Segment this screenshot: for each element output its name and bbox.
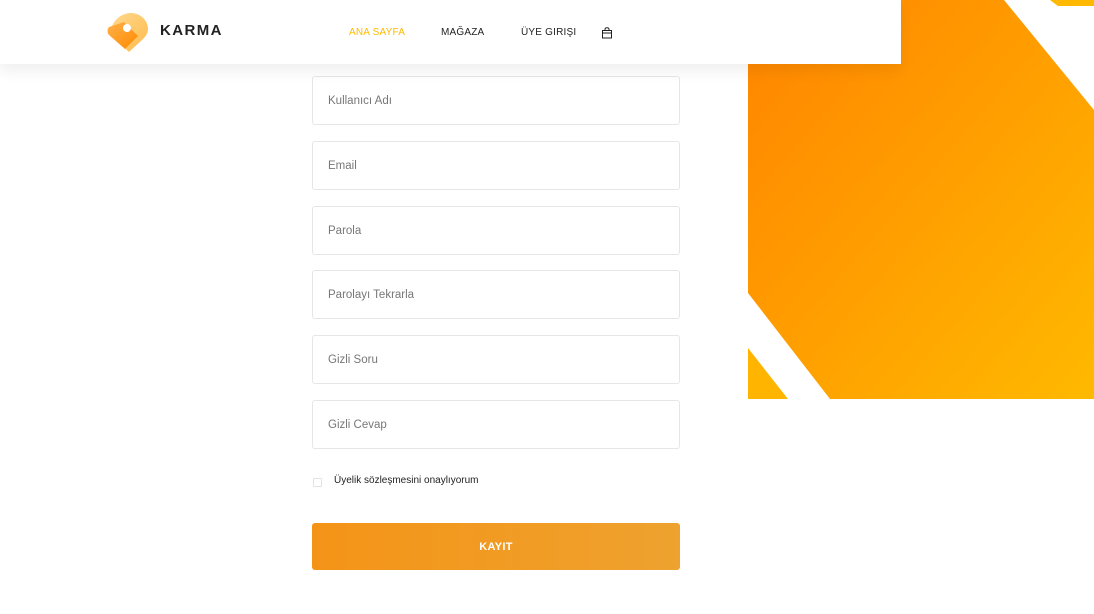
site-header: KARMA ANA SAYFA MAĞAZA ÜYE GIRIŞI: [0, 0, 901, 64]
agreement-checkbox[interactable]: [313, 478, 322, 487]
agreement-row[interactable]: Üyelik sözleşmesini onaylıyorum: [313, 474, 479, 487]
brand-name[interactable]: KARMA: [160, 22, 223, 39]
nav-item-home[interactable]: ANA SAYFA: [349, 27, 405, 38]
shopping-bag-icon[interactable]: [601, 26, 613, 39]
karma-logo-icon[interactable]: [107, 12, 149, 52]
register-button[interactable]: KAYIT: [312, 523, 680, 570]
secret-answer-input[interactable]: [312, 400, 680, 449]
secret-question-input[interactable]: [312, 335, 680, 384]
nav-item-member-login[interactable]: ÜYE GIRIŞI: [521, 27, 576, 38]
password-input[interactable]: [312, 206, 680, 255]
username-input[interactable]: [312, 76, 680, 125]
email-input[interactable]: [312, 141, 680, 190]
agreement-label: Üyelik sözleşmesini onaylıyorum: [334, 475, 479, 486]
nav-item-shop[interactable]: MAĞAZA: [441, 27, 484, 38]
password-confirm-input[interactable]: [312, 270, 680, 319]
